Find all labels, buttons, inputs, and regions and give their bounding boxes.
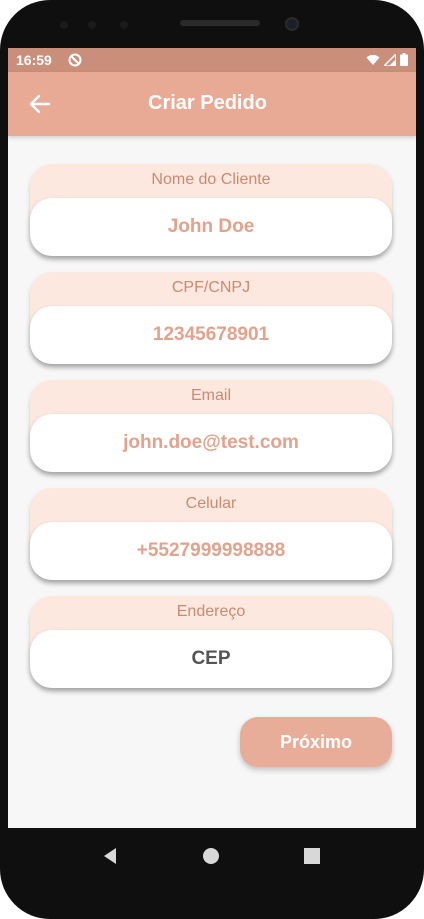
page-title: Criar Pedido — [148, 92, 267, 114]
phone-top-bezel — [0, 0, 424, 48]
customer-name-input[interactable]: John Doe — [30, 198, 392, 256]
phone-field: Celular +5527999998888 — [30, 488, 392, 580]
wifi-icon — [366, 54, 380, 65]
next-button-label: Próximo — [279, 731, 353, 752]
field-label: Endereço — [176, 603, 246, 620]
order-form: Nome do Cliente John Doe CPF/CNPJ 123456… — [30, 164, 392, 704]
sensor-dot — [120, 21, 128, 29]
back-triangle-icon[interactable] — [100, 846, 120, 866]
battery-icon — [400, 53, 408, 66]
field-value: +5527999998888 — [136, 540, 286, 561]
sensor-dot — [60, 21, 68, 29]
system-navigation-bar — [0, 828, 424, 884]
status-time: 16:59 — [16, 52, 52, 68]
field-label: CPF/CNPJ — [171, 279, 251, 296]
customer-name-field: Nome do Cliente John Doe — [30, 164, 392, 256]
app-screen: 16:59 Criar Pedido Nome do Cliente John … — [8, 48, 416, 828]
field-label: Nome do Cliente — [151, 171, 271, 188]
app-bar: Criar Pedido — [8, 72, 416, 136]
field-value: john.doe@test.com — [123, 432, 299, 453]
front-camera — [285, 17, 299, 31]
field-value: 12345678901 — [152, 324, 270, 345]
arrow-left-icon — [29, 94, 51, 114]
field-value: John Doe — [167, 216, 255, 237]
cep-input[interactable]: CEP — [30, 630, 392, 688]
status-bar: 16:59 — [8, 48, 416, 72]
sensor-dot — [88, 21, 96, 29]
phone-input[interactable]: +5527999998888 — [30, 522, 392, 580]
next-button[interactable]: Próximo — [240, 717, 392, 767]
address-field: Endereço CEP — [30, 596, 392, 688]
home-circle-icon[interactable] — [201, 846, 221, 866]
cpf-cnpj-field: CPF/CNPJ 12345678901 — [30, 272, 392, 364]
field-label: Celular — [185, 495, 237, 512]
notification-icon — [68, 53, 82, 67]
status-icons — [366, 53, 408, 66]
email-input[interactable]: john.doe@test.com — [30, 414, 392, 472]
recents-square-icon[interactable] — [302, 846, 322, 866]
back-button[interactable] — [22, 86, 58, 122]
field-placeholder: CEP — [191, 648, 231, 669]
cellular-signal-icon — [384, 53, 396, 66]
earpiece-speaker — [180, 20, 260, 26]
email-field: Email john.doe@test.com — [30, 380, 392, 472]
field-label: Email — [190, 387, 231, 404]
cpf-cnpj-input[interactable]: 12345678901 — [30, 306, 392, 364]
phone-frame: 16:59 Criar Pedido Nome do Cliente John … — [0, 0, 424, 919]
